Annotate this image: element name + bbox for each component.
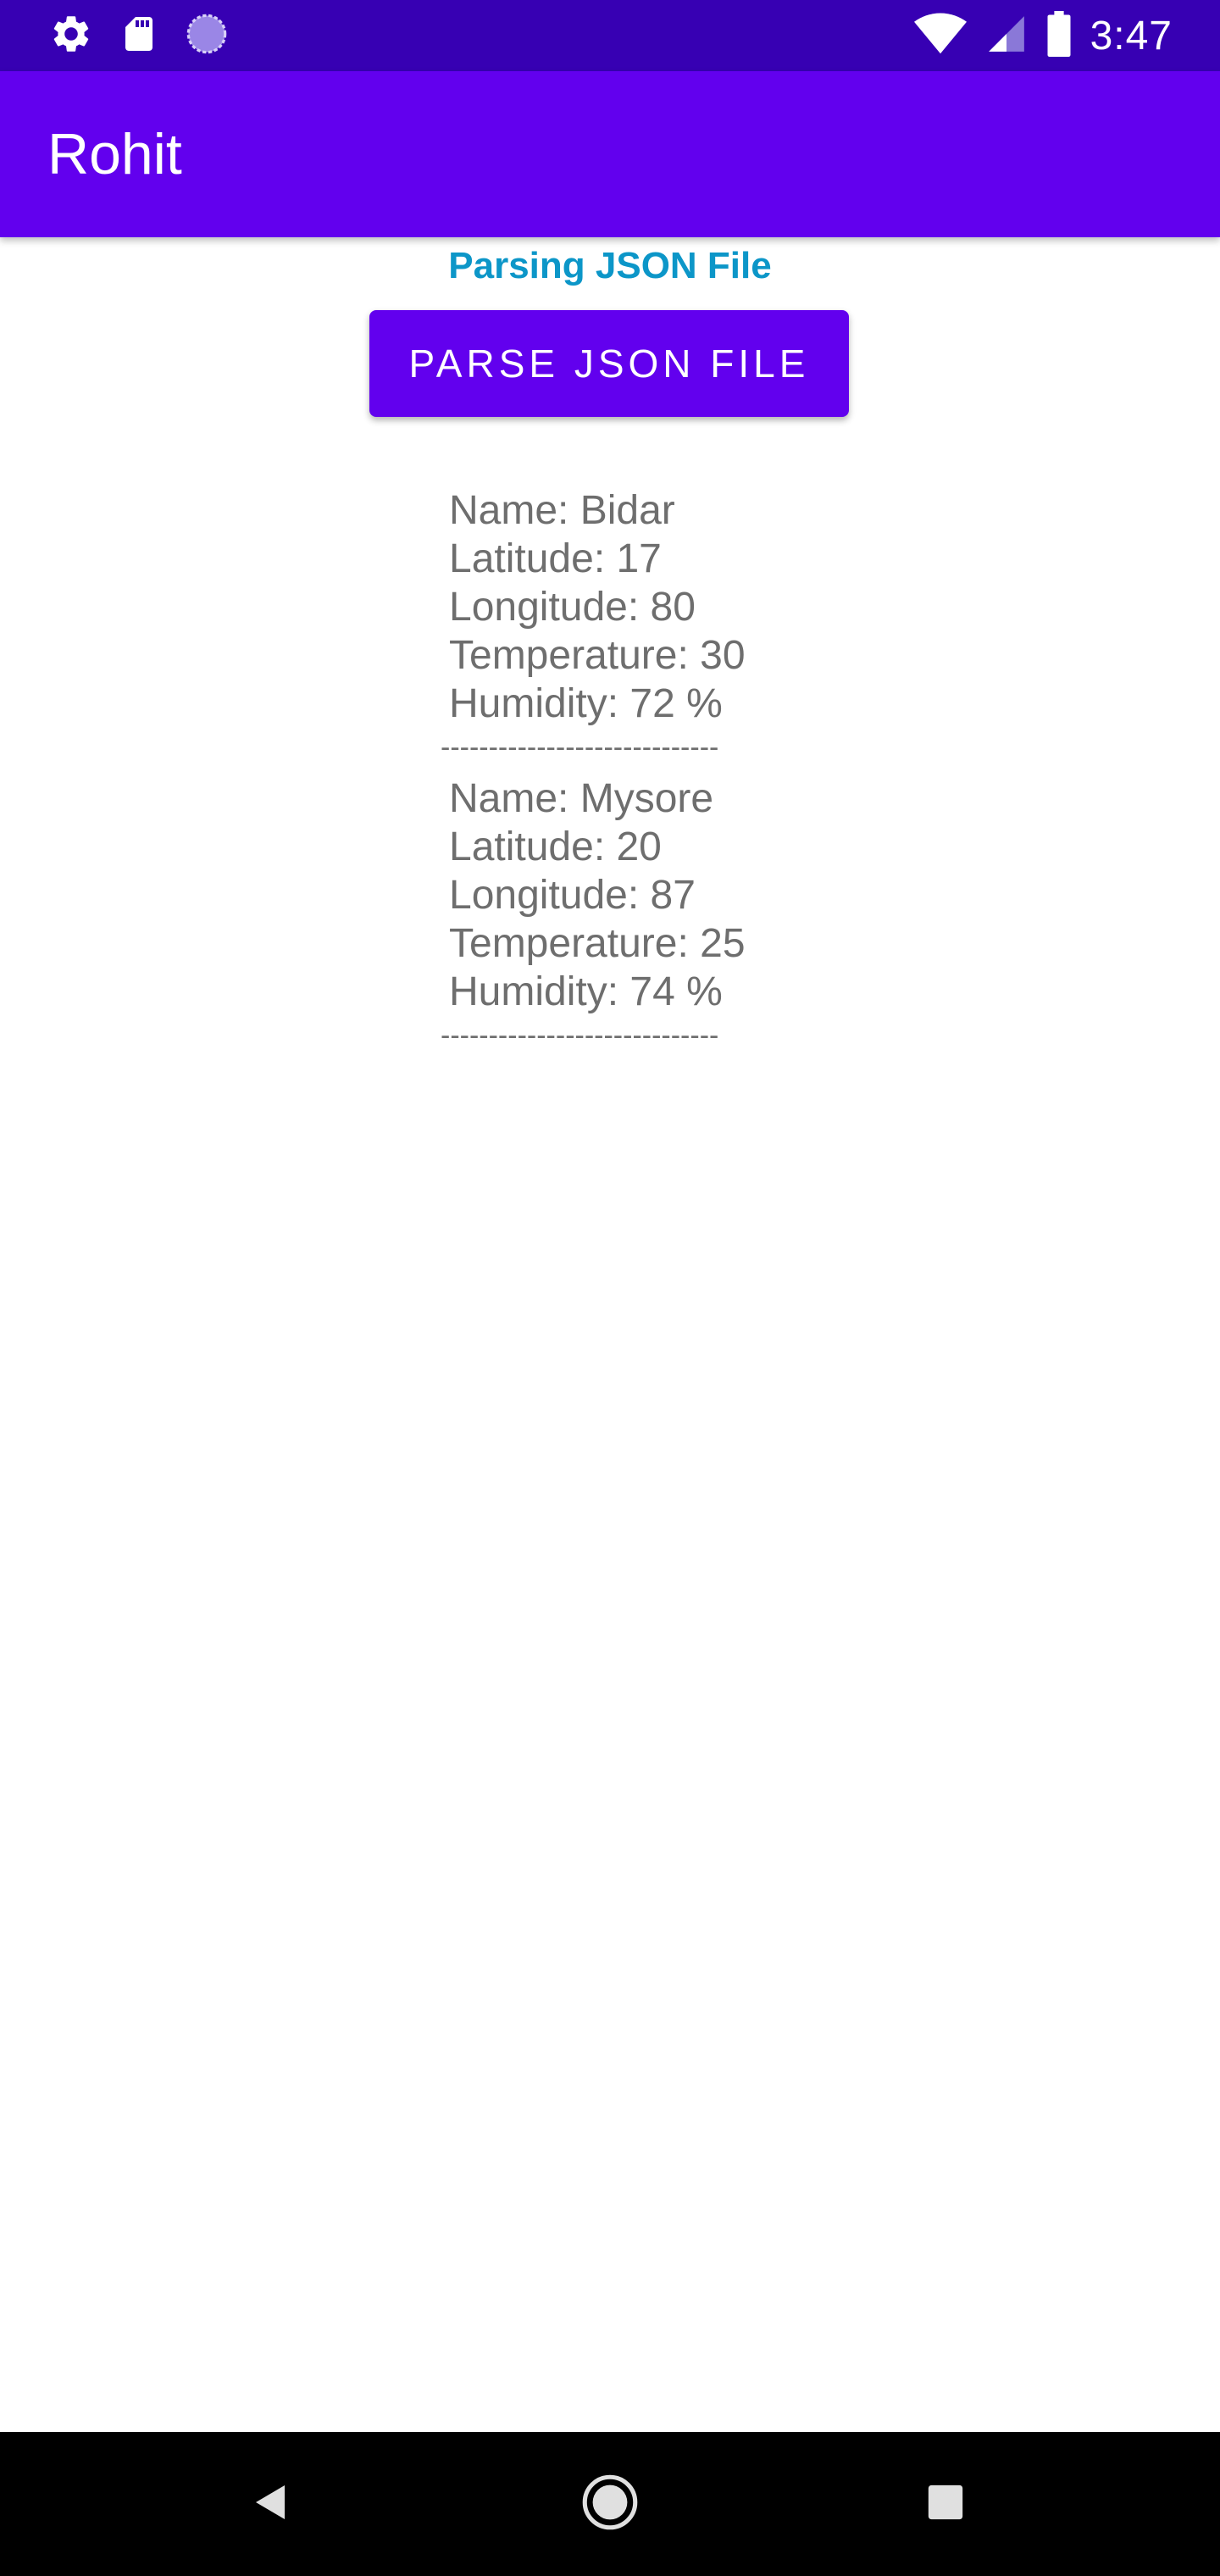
record-longitude: Longitude: 87 [449,873,696,918]
record-latitude: Latitude: 17 [449,536,662,581]
sd-card-icon [119,12,159,59]
status-left-icons [49,12,229,59]
parse-json-button[interactable]: PARSE JSON FILE [369,310,849,417]
back-button[interactable] [203,2432,339,2576]
home-icon [581,2473,639,2534]
back-icon [251,2481,291,2527]
record-latitude: Latitude: 20 [449,824,662,869]
record-humidity: Humidity: 74 % [449,969,723,1014]
status-bar: 3:47 [0,0,1220,71]
record-longitude: Longitude: 80 [449,585,696,630]
record-humidity: Humidity: 72 % [449,681,723,726]
battery-icon [1046,11,1072,60]
record-separator: ----------------------------- [441,1019,719,1052]
record-name: Name: Bidar [449,488,675,533]
record-temperature: Temperature: 30 [449,633,746,678]
settings-icon [49,12,93,59]
recents-icon [927,2484,964,2524]
navigation-bar [0,2432,1220,2576]
record-separator: ----------------------------- [441,731,719,763]
cell-signal-icon [985,12,1028,59]
screen: 3:47 Rohit Parsing JSON File PARSE JSON … [0,0,1220,2576]
record-item: Name: Bidar Latitude: 17 Longitude: 80 T… [441,486,813,774]
status-right-icons: 3:47 [913,8,1173,63]
app-title: Rohit [47,122,182,186]
page-heading: Parsing JSON File [448,245,772,286]
record-name: Name: Mysore [449,776,714,821]
recents-button[interactable] [878,2432,1013,2576]
status-time: 3:47 [1090,13,1173,58]
wifi-icon [913,12,967,59]
sync-loading-icon [185,12,229,59]
record-temperature: Temperature: 25 [449,921,746,966]
records-list: Name: Bidar Latitude: 17 Longitude: 80 T… [441,486,813,1063]
home-button[interactable] [542,2432,678,2576]
record-item: Name: Mysore Latitude: 20 Longitude: 87 … [441,774,813,1063]
app-bar: Rohit [0,71,1220,237]
